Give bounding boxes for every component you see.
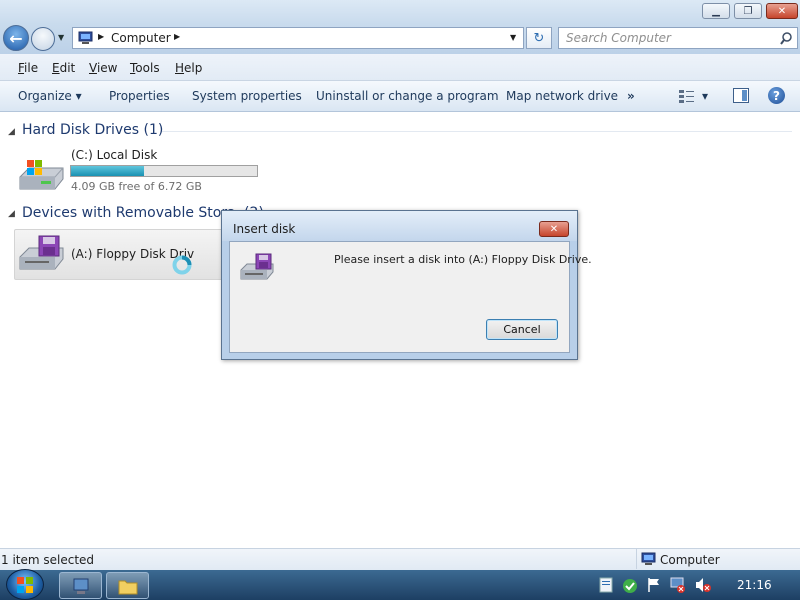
collapse-arrow-icon[interactable]: ◢ [8, 209, 15, 219]
drive-c-name[interactable]: (C:) Local Disk [71, 148, 157, 162]
drive-c-usage-bar [70, 165, 258, 177]
drive-c-usage-fill [71, 166, 144, 176]
flag-icon[interactable] [647, 577, 661, 593]
dialog-message: Please insert a disk into (A:) Floppy Di… [334, 253, 592, 266]
menu-file[interactable]: File [18, 61, 38, 75]
start-button[interactable] [6, 569, 44, 600]
dialog-body: Please insert a disk into (A:) Floppy Di… [229, 241, 592, 353]
menu-view[interactable]: View [89, 61, 117, 75]
collapse-arrow-icon[interactable]: ◢ [8, 127, 15, 137]
back-arrow-icon: ← [9, 28, 23, 48]
recent-pages-dropdown[interactable]: ▼ [58, 33, 64, 42]
refresh-icon: ↻ [533, 30, 545, 46]
dialog-title: Insert disk [233, 222, 296, 236]
change-view-icon[interactable] [678, 88, 696, 104]
group-divider [162, 131, 792, 132]
close-icon: ✕ [777, 5, 787, 17]
taskbar-item-explorer[interactable] [106, 572, 149, 599]
menu-help[interactable]: Help [175, 61, 202, 75]
control-panel-icon [73, 578, 88, 594]
minimize-icon: ▁ [712, 5, 720, 17]
minimize-button[interactable]: ▁ [702, 3, 730, 19]
organize-button[interactable]: Organize ▾ [18, 89, 82, 103]
back-button[interactable]: ← [3, 25, 29, 51]
title-bar[interactable] [0, 0, 800, 24]
group-header-hard-disks[interactable]: Hard Disk Drives (1) [22, 122, 163, 138]
network-disconnected-icon[interactable] [669, 576, 687, 594]
computer-icon [78, 31, 93, 44]
search-icon[interactable] [780, 32, 793, 45]
floppy-drive-icon [240, 253, 274, 280]
drive-c-free-space: 4.09 GB free of 6.72 GB [71, 180, 202, 193]
volume-muted-icon[interactable] [694, 577, 712, 593]
folder-icon [118, 580, 137, 594]
close-icon: ✕ [549, 223, 559, 235]
computer-icon [641, 552, 656, 565]
menu-edit[interactable]: Edit [52, 61, 75, 75]
clock[interactable]: 21:16 [737, 578, 772, 592]
taskbar-item-control-panel[interactable] [59, 572, 102, 599]
maximize-button[interactable]: ❐ [734, 3, 762, 19]
view-options-dropdown[interactable]: ▾ [702, 89, 708, 103]
close-button[interactable]: ✕ [766, 3, 798, 19]
busy-cursor-icon [172, 255, 192, 275]
address-bar[interactable]: ▶ Computer ▶ ▼ [72, 27, 524, 49]
help-icon[interactable]: ? [768, 87, 785, 104]
breadcrumb-arrow-icon[interactable]: ▶ [98, 32, 104, 41]
action-center-icon[interactable] [599, 577, 613, 593]
security-shield-icon[interactable] [621, 577, 639, 595]
dialog-close-button[interactable]: ✕ [539, 221, 569, 237]
forward-button[interactable] [31, 27, 55, 51]
local-disk-icon [19, 160, 64, 190]
breadcrumb-computer[interactable]: Computer [111, 31, 171, 45]
refresh-button[interactable]: ↻ [526, 27, 552, 49]
insert-disk-dialog: Insert disk ✕ Please insert a disk into … [221, 210, 592, 360]
maximize-icon: ❐ [743, 5, 753, 17]
breadcrumb-arrow-icon[interactable]: ▶ [174, 32, 180, 41]
selection-status: 1 item selected [1, 553, 95, 567]
cancel-button[interactable]: Cancel [486, 319, 558, 340]
map-network-drive-button[interactable]: Map network drive [506, 89, 618, 103]
system-properties-button[interactable]: System properties [192, 89, 302, 103]
menu-tools[interactable]: Tools [130, 61, 160, 75]
windows-logo-icon [17, 576, 33, 593]
floppy-drive-icon [19, 235, 64, 270]
group-header-removable[interactable]: Devices with Removable Stora [22, 205, 236, 221]
address-dropdown-icon[interactable]: ▼ [510, 33, 516, 42]
properties-button[interactable]: Properties [109, 89, 170, 103]
search-input[interactable]: Search Computer [558, 27, 798, 49]
status-divider [636, 549, 637, 569]
preview-pane-icon[interactable] [733, 88, 749, 103]
more-commands-button[interactable]: » [627, 89, 635, 103]
status-location: Computer [660, 553, 720, 567]
menu-bar [0, 54, 800, 81]
uninstall-program-button[interactable]: Uninstall or change a program [316, 89, 499, 103]
